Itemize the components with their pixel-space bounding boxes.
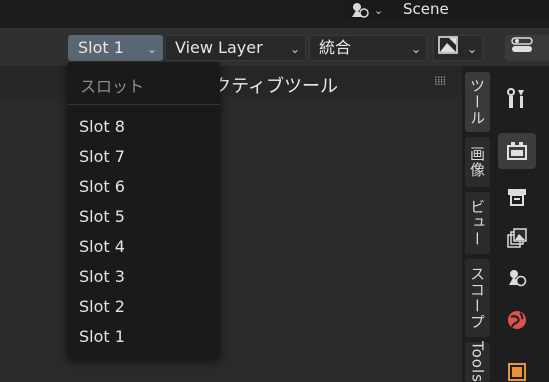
view-layer-tab-button[interactable] bbox=[498, 220, 536, 256]
scene-name[interactable]: Scene bbox=[403, 0, 449, 18]
view-layer-label: View Layer bbox=[175, 38, 263, 57]
render-icon bbox=[507, 142, 527, 160]
output-tab-button[interactable] bbox=[498, 178, 536, 214]
image-icon bbox=[438, 36, 458, 61]
world-icon bbox=[508, 311, 526, 329]
menu-item-slot-5[interactable]: Slot 5 bbox=[67, 202, 220, 232]
world-tab-button[interactable] bbox=[498, 302, 536, 338]
scene-icon bbox=[509, 270, 527, 287]
chevron-down-icon: ⌄ bbox=[410, 42, 421, 56]
tab-scopes[interactable]: スコープ bbox=[465, 259, 490, 337]
chevron-down-icon: ⌄ bbox=[146, 42, 157, 56]
scene-tab-button[interactable] bbox=[498, 260, 536, 296]
chevron-down-icon: ⌄ bbox=[289, 42, 300, 56]
tab-label: スコープ bbox=[468, 266, 486, 330]
toggle-panel-icon bbox=[511, 36, 533, 61]
slot-menu: スロット Slot 8 Slot 7 Slot 6 Slot 5 Slot 4 … bbox=[67, 62, 220, 358]
chevron-down-icon: ⌄ bbox=[466, 42, 477, 56]
object-tab-button[interactable] bbox=[498, 352, 536, 382]
menu-item-slot-1[interactable]: Slot 1 bbox=[67, 322, 220, 352]
menu-item-slot-4[interactable]: Slot 4 bbox=[67, 232, 220, 262]
scene-selector[interactable]: ⌄ Scene bbox=[344, 0, 549, 20]
menu-item-slot-6[interactable]: Slot 6 bbox=[67, 172, 220, 202]
slot-dropdown-label: Slot 1 bbox=[78, 38, 124, 57]
tab-tools[interactable]: Tools bbox=[465, 341, 490, 382]
menu-title: スロット bbox=[80, 77, 145, 96]
scene-data-icon[interactable]: ⌄ bbox=[350, 1, 386, 19]
display-channels-dropdown[interactable]: ⌄ bbox=[433, 35, 483, 61]
drag-handle-icon[interactable]: ⁞⁞⁞⁞ bbox=[434, 74, 446, 88]
render-pass-dropdown[interactable]: 統合 ⌄ bbox=[309, 35, 427, 61]
slot-dropdown[interactable]: Slot 1 ⌄ bbox=[68, 35, 163, 61]
tab-view[interactable]: ビュー bbox=[465, 192, 490, 254]
menu-divider bbox=[67, 104, 220, 105]
menu-item-slot-2[interactable]: Slot 2 bbox=[67, 292, 220, 322]
tab-label: ビュー bbox=[468, 199, 486, 247]
tool-tab-button[interactable] bbox=[498, 80, 536, 116]
sidebar-toggle-dropdown[interactable] bbox=[505, 35, 549, 61]
tab-image[interactable]: 画像 bbox=[465, 137, 490, 187]
view-layer-dropdown[interactable]: View Layer ⌄ bbox=[165, 35, 306, 61]
tab-tool[interactable]: ツール bbox=[465, 72, 490, 132]
view-layer-icon bbox=[507, 228, 527, 248]
output-icon bbox=[508, 189, 526, 206]
tab-label: Tools bbox=[468, 341, 487, 382]
tool-icon bbox=[507, 88, 524, 108]
tab-label: ツール bbox=[468, 78, 486, 126]
menu-item-slot-7[interactable]: Slot 7 bbox=[67, 142, 220, 172]
tab-label: 画像 bbox=[468, 146, 486, 178]
render-tab-button[interactable] bbox=[498, 133, 536, 169]
chevron-down-icon: ⌄ bbox=[374, 3, 384, 17]
render-pass-label: 統合 bbox=[319, 38, 352, 57]
menu-item-slot-8[interactable]: Slot 8 bbox=[67, 112, 220, 142]
object-icon bbox=[508, 363, 526, 381]
menu-item-slot-3[interactable]: Slot 3 bbox=[67, 262, 220, 292]
